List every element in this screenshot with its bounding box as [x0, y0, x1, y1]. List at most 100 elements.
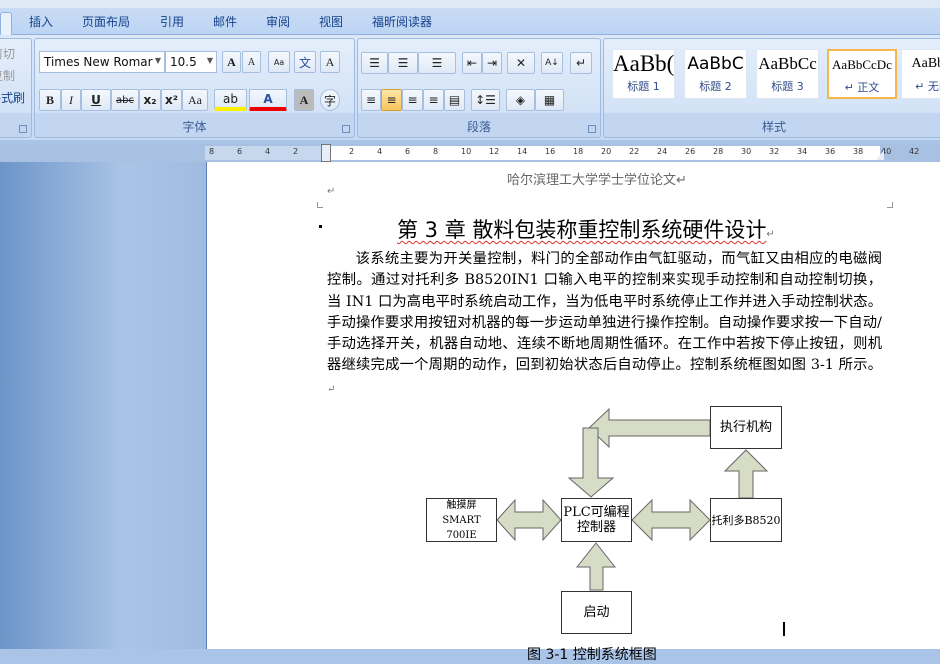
- show-marks-icon[interactable]: ↵: [570, 52, 592, 74]
- format-painter-button[interactable]: 格式刷: [0, 89, 25, 106]
- font-name-combo[interactable]: Times New Romar ▼: [39, 51, 165, 73]
- style-heading-3[interactable]: AaBbCc 标题 3: [756, 49, 819, 99]
- start-box: 启动: [561, 591, 632, 634]
- italic-button[interactable]: I: [61, 89, 81, 111]
- style-normal[interactable]: AaBbCcDc ↵ 正文: [827, 49, 897, 99]
- document-page[interactable]: 哈尔滨理工大学学士学位论文↵ ↵ 第 3 章 散料包装称重控制系统硬件设计↵ 该…: [206, 162, 940, 663]
- align-center-icon[interactable]: ≡: [381, 89, 402, 111]
- enclose-char-icon[interactable]: 字: [320, 89, 340, 111]
- ruler-tick: 6: [237, 147, 243, 156]
- ruler-tick: 26: [685, 147, 696, 156]
- style-name: 标题 3: [771, 80, 804, 93]
- tab-insert[interactable]: 插入: [29, 13, 53, 30]
- justify-icon[interactable]: ≡: [423, 89, 444, 111]
- ruler-tick: 22: [629, 147, 640, 156]
- sort-icon[interactable]: A↓: [541, 52, 563, 74]
- cut-button[interactable]: 剪切: [0, 45, 15, 62]
- ruler-tick: 8: [209, 147, 215, 156]
- numbering-icon[interactable]: ☰: [388, 52, 418, 74]
- tab-view[interactable]: 视图: [319, 13, 343, 30]
- subscript-button[interactable]: x₂: [139, 89, 161, 111]
- title-bar: [0, 0, 940, 8]
- arrow-plc-toledo: [631, 498, 711, 542]
- executor-box: 执行机构: [710, 406, 782, 449]
- bold-button[interactable]: B: [39, 89, 61, 111]
- bullets-icon[interactable]: ☰: [361, 52, 388, 74]
- highlight-icon[interactable]: ab: [214, 89, 247, 111]
- style-name: 标题 1: [627, 80, 660, 93]
- style-heading-2[interactable]: AaBbC 标题 2: [684, 49, 747, 99]
- shrink-font-icon[interactable]: A: [242, 51, 261, 73]
- ruler-tick: 4: [265, 147, 271, 156]
- tab-home[interactable]: [0, 12, 12, 35]
- ruler-tick: 30: [741, 147, 752, 156]
- ruler-tick: 2: [293, 147, 299, 156]
- styles-group-label: 样式: [761, 120, 786, 134]
- style-sample: AaBbC: [687, 54, 744, 74]
- ruler-tick: 34: [797, 147, 808, 156]
- styles-group: AaBb(标题 1 AaBbC 标题 2 AaBbCc 标题 3 AaBbCcDc ↵…: [603, 38, 940, 138]
- style-heading-1[interactable]: AaBb(标题 1: [612, 49, 675, 99]
- font-group: Times New Romar ▼ 10.5 ▼ A A Aa 文 A B I U …: [34, 38, 355, 138]
- tab-foxit-reader[interactable]: 福昕阅读器: [372, 13, 432, 30]
- line-spacing-icon[interactable]: ↕☰: [471, 89, 500, 111]
- clipboard-group: 剪切 复制 格式刷: [0, 38, 32, 138]
- char-border-icon[interactable]: A: [320, 51, 340, 73]
- ruler-tick: 2: [349, 147, 355, 156]
- tab-references[interactable]: 引用: [160, 13, 184, 30]
- ruler-tick: 36: [825, 147, 836, 156]
- font-group-label: 字体: [182, 120, 207, 134]
- tab-page-layout[interactable]: 页面布局: [82, 13, 130, 30]
- borders-icon[interactable]: ▦: [535, 89, 564, 111]
- ruler-tick: 38: [853, 147, 864, 156]
- char-shading-button[interactable]: A: [294, 89, 314, 111]
- tab-mailings[interactable]: 邮件: [213, 13, 237, 30]
- clear-format-icon[interactable]: Aa: [268, 51, 290, 73]
- figure-caption: 图 3-1 控制系统框图: [527, 647, 657, 663]
- paragraph-launcher[interactable]: [588, 125, 596, 133]
- align-right-icon[interactable]: ≡: [402, 89, 423, 111]
- font-name-value: Times New Romar: [44, 55, 153, 69]
- increase-indent-icon[interactable]: ⇥: [482, 52, 502, 74]
- underline-button[interactable]: U: [81, 89, 111, 111]
- tab-review[interactable]: 审阅: [266, 13, 290, 30]
- decrease-indent-icon[interactable]: ⇤: [462, 52, 482, 74]
- ruler-tick: 20: [601, 147, 612, 156]
- font-size-combo[interactable]: 10.5 ▼: [165, 51, 217, 73]
- chevron-down-icon: ▼: [206, 56, 213, 65]
- ribbon: 剪切 复制 格式刷 Times New Romar▼ 10.5▼ A A Aa …: [0, 35, 940, 140]
- arrow-toledo-to-executor: [723, 449, 769, 499]
- style-name: 标题 2: [699, 80, 732, 93]
- ribbon-tabs: 插入 页面布局 引用 邮件 审阅 视图 福昕阅读器: [0, 8, 940, 35]
- superscript-button[interactable]: x²: [161, 89, 182, 111]
- horizontal-ruler[interactable]: 8 6 4 2 2 4 6 8 10 12 14 16 18 20 22 24 26 28 30 32 34 36 38 40…: [0, 144, 940, 162]
- touchscreen-label-1: 触摸屏: [446, 499, 477, 511]
- strikethrough-button[interactable]: abc: [111, 89, 139, 111]
- style-sample: AaBbCcDc: [832, 57, 892, 72]
- text-cursor: [783, 622, 785, 636]
- ruler-tick: 42: [909, 147, 920, 156]
- ruler-tick: 6: [405, 147, 411, 156]
- multilevel-list-icon[interactable]: ☰: [418, 52, 456, 74]
- change-case-button[interactable]: Aa: [182, 89, 208, 111]
- arrow-executor-to-plc: [588, 407, 711, 449]
- start-label: 启动: [583, 605, 610, 620]
- paragraph-group: ☰ ☰ ☰ ⇤ ⇥ ✕ A↓ ↵ ≡ ≡ ≡ ≡ ▤ ↕☰ ◈ ▦ 段落: [357, 38, 601, 138]
- font-color-button[interactable]: A: [249, 89, 287, 111]
- touchscreen-label-2: SMART 700IE: [442, 514, 481, 541]
- font-launcher[interactable]: [342, 125, 350, 133]
- shading-icon[interactable]: ◈: [506, 89, 535, 111]
- clipboard-launcher[interactable]: [19, 125, 27, 133]
- style-no-spacing[interactable]: AaBbC ↵ 无间: [901, 49, 940, 99]
- right-indent-marker[interactable]: [876, 150, 884, 160]
- ruler-tick: 18: [573, 147, 584, 156]
- grow-font-icon[interactable]: A: [222, 51, 241, 73]
- indent-marker[interactable]: [321, 144, 331, 162]
- phonetic-guide-icon[interactable]: 文: [294, 51, 316, 73]
- ruler-tick: 28: [713, 147, 724, 156]
- align-left-icon[interactable]: ≡: [361, 89, 381, 111]
- copy-button[interactable]: 复制: [0, 67, 15, 84]
- style-name: ↵ 正文: [844, 81, 880, 94]
- distributed-icon[interactable]: ▤: [444, 89, 465, 111]
- asian-layout-icon[interactable]: ✕: [507, 52, 535, 74]
